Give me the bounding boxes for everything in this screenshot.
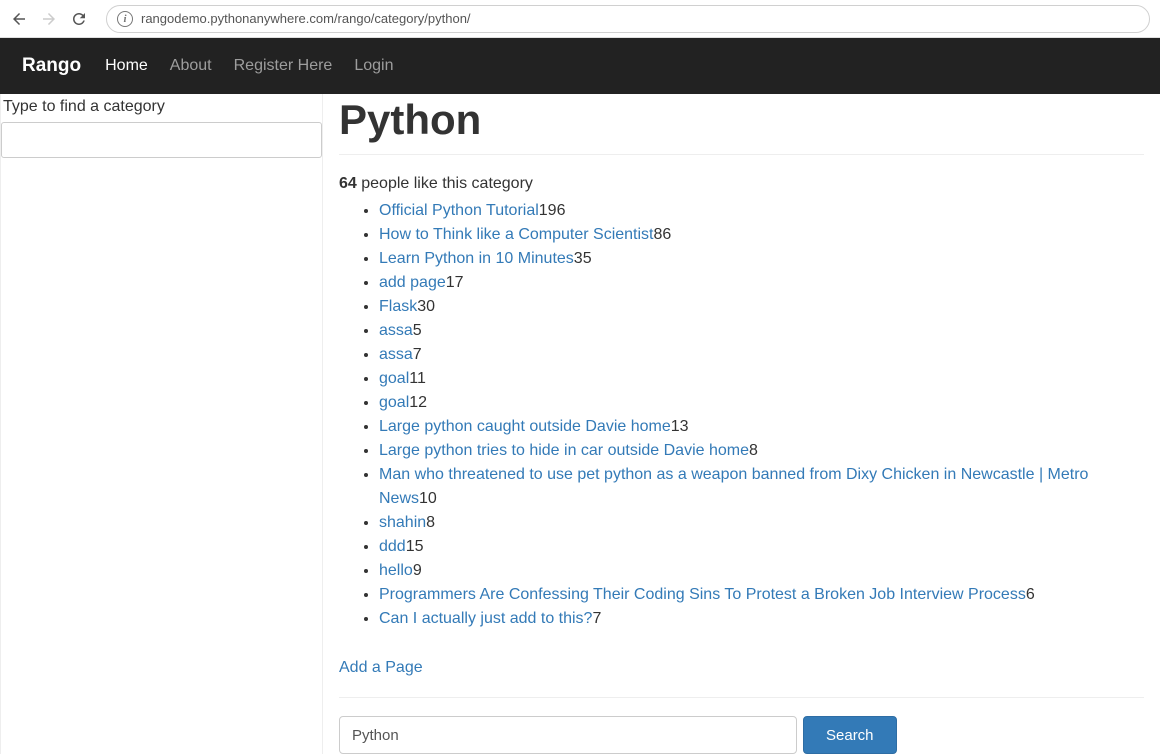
title-divider xyxy=(339,154,1144,155)
list-item: goal11 xyxy=(379,367,1144,391)
list-item: hello9 xyxy=(379,559,1144,583)
page-link[interactable]: hello xyxy=(379,562,413,579)
nav-link-login[interactable]: Login xyxy=(354,57,393,74)
page-link[interactable]: add page xyxy=(379,274,446,291)
navbar: Rango Home About Register Here Login xyxy=(0,38,1160,94)
list-item: How to Think like a Computer Scientist86 xyxy=(379,223,1144,247)
likes-count: 64 xyxy=(339,175,357,192)
page-link[interactable]: assa xyxy=(379,346,413,363)
list-item: assa5 xyxy=(379,319,1144,343)
search-button[interactable]: Search xyxy=(803,716,897,754)
page-count: 11 xyxy=(409,370,426,387)
page-link[interactable]: Programmers Are Confessing Their Coding … xyxy=(379,586,1026,603)
list-item: assa7 xyxy=(379,343,1144,367)
likes-line: 64 people like this category xyxy=(339,175,1144,193)
page-count: 15 xyxy=(406,538,424,555)
pages-list: Official Python Tutorial196How to Think … xyxy=(339,199,1144,631)
list-item: Learn Python in 10 Minutes35 xyxy=(379,247,1144,271)
page-count: 7 xyxy=(592,610,601,627)
page-count: 86 xyxy=(653,226,671,243)
url-bar[interactable]: i rangodemo.pythonanywhere.com/rango/cat… xyxy=(106,5,1150,33)
list-item: Can I actually just add to this?7 xyxy=(379,607,1144,631)
page-link[interactable]: Large python tries to hide in car outsid… xyxy=(379,442,749,459)
sidebar-search-label: Type to find a category xyxy=(1,96,322,122)
page-count: 17 xyxy=(446,274,464,291)
page-link[interactable]: ddd xyxy=(379,538,406,555)
page-link[interactable]: How to Think like a Computer Scientist xyxy=(379,226,653,243)
page-count: 30 xyxy=(417,298,435,315)
list-item: Flask30 xyxy=(379,295,1144,319)
reload-icon[interactable] xyxy=(70,10,88,28)
forward-icon xyxy=(40,10,58,28)
page-count: 6 xyxy=(1026,586,1035,603)
content: Python 64 people like this category Offi… xyxy=(323,94,1160,754)
page-link[interactable]: goal xyxy=(379,394,409,411)
page-count: 5 xyxy=(413,322,422,339)
list-item: add page17 xyxy=(379,271,1144,295)
navbar-brand[interactable]: Rango xyxy=(22,55,81,77)
page-link[interactable]: Man who threatened to use pet python as … xyxy=(379,466,1088,507)
page-count: 8 xyxy=(426,514,435,531)
page-count: 9 xyxy=(413,562,422,579)
page-count: 12 xyxy=(409,394,427,411)
browser-nav-buttons xyxy=(10,10,88,28)
page-link[interactable]: Official Python Tutorial xyxy=(379,202,539,219)
info-icon[interactable]: i xyxy=(117,11,133,27)
search-input[interactable] xyxy=(339,716,797,754)
nav-link-about[interactable]: About xyxy=(170,57,212,74)
sidebar-search-input[interactable] xyxy=(1,122,322,158)
url-text: rangodemo.pythonanywhere.com/rango/categ… xyxy=(141,11,1139,26)
page-link[interactable]: shahin xyxy=(379,514,426,531)
browser-chrome: i rangodemo.pythonanywhere.com/rango/cat… xyxy=(0,0,1160,38)
page-link[interactable]: Flask xyxy=(379,298,417,315)
page-link[interactable]: goal xyxy=(379,370,409,387)
page-count: 13 xyxy=(671,418,689,435)
page-count: 196 xyxy=(539,202,566,219)
list-item: goal12 xyxy=(379,391,1144,415)
page-link[interactable]: Large python caught outside Davie home xyxy=(379,418,671,435)
main-layout: Type to find a category Python 64 people… xyxy=(0,94,1160,754)
page-count: 7 xyxy=(413,346,422,363)
search-divider xyxy=(339,697,1144,698)
list-item: Man who threatened to use pet python as … xyxy=(379,463,1144,511)
list-item: shahin8 xyxy=(379,511,1144,535)
back-icon[interactable] xyxy=(10,10,28,28)
page-count: 35 xyxy=(574,250,592,267)
page-count: 8 xyxy=(749,442,758,459)
page-link[interactable]: Learn Python in 10 Minutes xyxy=(379,250,574,267)
list-item: ddd15 xyxy=(379,535,1144,559)
likes-text: people like this category xyxy=(361,175,533,192)
list-item: Large python caught outside Davie home13 xyxy=(379,415,1144,439)
page-link[interactable]: assa xyxy=(379,322,413,339)
nav-link-register[interactable]: Register Here xyxy=(234,57,333,74)
list-item: Official Python Tutorial196 xyxy=(379,199,1144,223)
search-row: Search xyxy=(339,716,1144,754)
list-item: Large python tries to hide in car outsid… xyxy=(379,439,1144,463)
page-count: 10 xyxy=(419,490,437,507)
navbar-nav: Home About Register Here Login xyxy=(105,57,393,75)
page-link[interactable]: Can I actually just add to this? xyxy=(379,610,592,627)
sidebar: Type to find a category xyxy=(0,94,323,754)
list-item: Programmers Are Confessing Their Coding … xyxy=(379,583,1144,607)
add-page-link[interactable]: Add a Page xyxy=(339,659,1144,677)
nav-link-home[interactable]: Home xyxy=(105,57,148,74)
page-title: Python xyxy=(339,96,1144,144)
